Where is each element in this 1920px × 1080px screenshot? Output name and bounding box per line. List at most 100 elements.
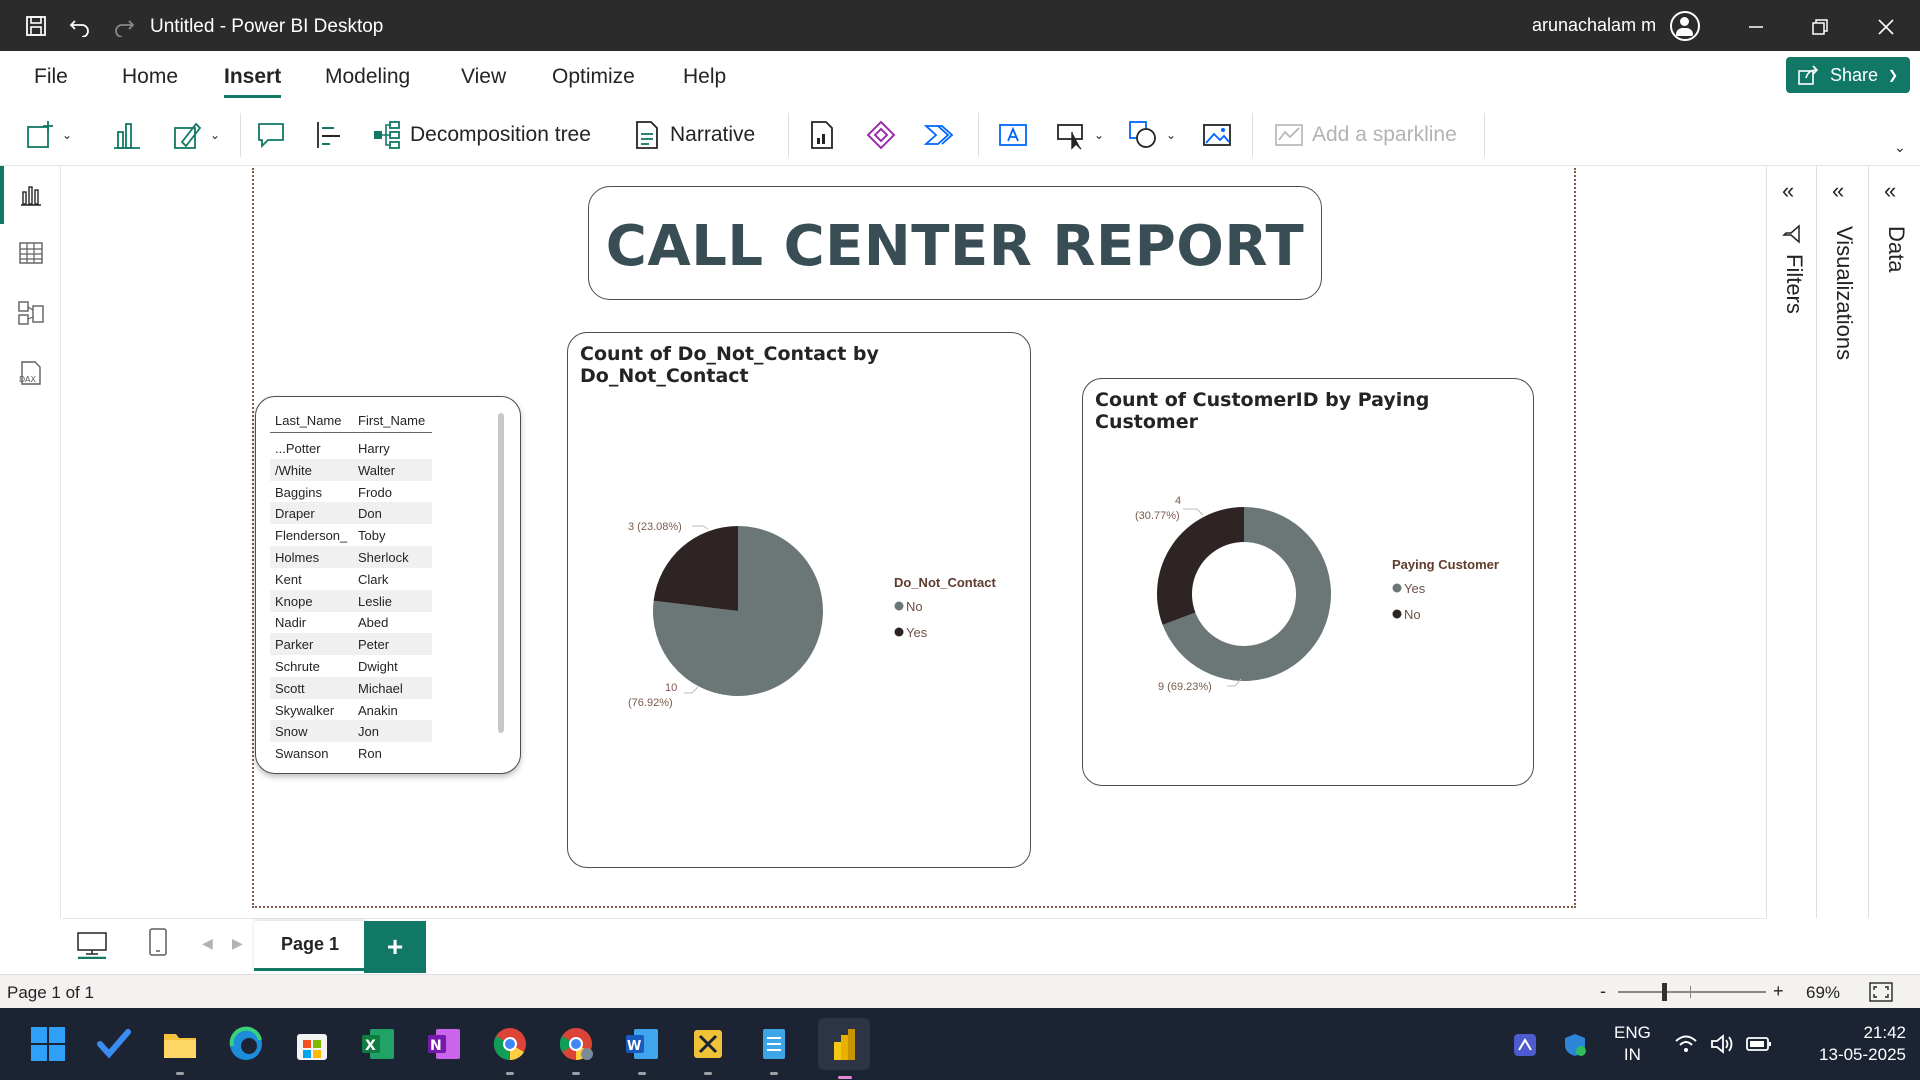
model-view-icon[interactable]	[14, 296, 48, 330]
new-visual-button[interactable]: ⌄	[26, 115, 72, 155]
buttons-button[interactable]: ⌄	[1056, 115, 1104, 155]
table-view-icon[interactable]	[14, 236, 48, 270]
power-automate-button[interactable]	[924, 115, 954, 155]
chrome-profile-icon[interactable]	[554, 1022, 598, 1075]
table-row[interactable]: Flenderson_ Toby	[270, 524, 432, 546]
table-row[interactable]: Scott Michael	[270, 676, 432, 699]
battery-icon[interactable]	[1746, 1034, 1772, 1059]
tab-home[interactable]: Home	[122, 65, 178, 89]
next-page-icon[interactable]: ▶	[232, 935, 243, 952]
data-pane[interactable]: « Data	[1868, 166, 1920, 918]
mobile-layout-icon[interactable]	[148, 927, 168, 962]
power-apps-button[interactable]	[866, 115, 896, 155]
ribbon-collapse-icon[interactable]: ⌄	[1894, 139, 1906, 156]
zoom-level[interactable]: 69%	[1806, 983, 1840, 1003]
report-canvas[interactable]: CALL CENTER REPORT Last_Name First_Name …	[62, 166, 1766, 918]
name-table-visual[interactable]: Last_Name First_Name ...Potter Harry/Whit…	[255, 396, 521, 774]
power-bi-icon[interactable]	[818, 1018, 870, 1079]
table-row[interactable]: Swanson Ron	[270, 742, 432, 764]
narrative-button[interactable]: Narrative	[632, 115, 755, 155]
table-row[interactable]: Holmes Sherlock	[270, 546, 432, 568]
teams-tray-icon[interactable]	[1512, 1032, 1538, 1063]
add-page-button[interactable]: +	[364, 921, 426, 973]
minimize-icon[interactable]	[1734, 10, 1778, 44]
security-tray-icon[interactable]	[1562, 1032, 1588, 1063]
table-row[interactable]: Snow Jon	[270, 720, 432, 743]
onenote-icon[interactable]: N	[422, 1022, 466, 1066]
key-influencers-button[interactable]	[314, 115, 344, 155]
tab-optimize[interactable]: Optimize	[552, 65, 635, 89]
image-button[interactable]	[1202, 115, 1232, 155]
snipping-tool-icon[interactable]	[686, 1022, 730, 1075]
report-title-card[interactable]: CALL CENTER REPORT	[588, 186, 1322, 300]
expand-icon[interactable]: «	[1884, 178, 1896, 204]
file-explorer-icon[interactable]	[158, 1022, 202, 1075]
word-icon[interactable]: W	[620, 1022, 664, 1075]
volume-icon[interactable]	[1710, 1032, 1734, 1061]
restore-icon[interactable]	[1798, 10, 1842, 44]
visualizations-label[interactable]: Visualizations	[1831, 226, 1857, 360]
system-clock[interactable]: 21:42 13-05-2025	[1796, 1022, 1906, 1066]
decomposition-tree-button[interactable]: Decomposition tree	[372, 115, 591, 155]
column-header[interactable]: Last_Name	[275, 413, 341, 428]
slice-yes[interactable]	[653, 526, 738, 611]
table-row[interactable]: Draper Don	[270, 502, 432, 525]
close-icon[interactable]	[1864, 10, 1908, 44]
tab-help[interactable]: Help	[683, 65, 726, 89]
dax-query-view-icon[interactable]: DAX	[14, 356, 48, 390]
do-not-contact-pie-chart[interactable]: Count of Do_Not_Contact by Do_Not_Contac…	[567, 332, 1031, 868]
text-box-button[interactable]	[998, 115, 1028, 155]
page-tab[interactable]: Page 1	[254, 921, 366, 971]
tab-insert[interactable]: Insert	[224, 65, 282, 98]
previous-page-icon[interactable]: ◀	[202, 935, 213, 952]
tab-view[interactable]: View	[461, 65, 506, 89]
smart-narrative-button[interactable]: ⌄	[172, 115, 220, 155]
expand-icon[interactable]: «	[1782, 178, 1794, 204]
notepad-icon[interactable]	[752, 1022, 796, 1075]
fit-to-page-icon[interactable]	[1868, 981, 1894, 1003]
excel-icon[interactable]: X	[356, 1022, 400, 1066]
zoom-slider[interactable]	[1618, 991, 1766, 993]
table-row[interactable]: Skywalker Anakin	[270, 699, 432, 721]
button-insert-icon	[1057, 124, 1083, 150]
edge-icon[interactable]	[224, 1022, 268, 1066]
visualizations-pane[interactable]: « Visualizations	[1816, 166, 1868, 918]
table-row[interactable]: Schrute Dwight	[270, 655, 432, 677]
paying-customer-donut-chart[interactable]: Count of CustomerID by Paying Customer 4…	[1082, 378, 1534, 786]
zoom-in-button[interactable]: +	[1773, 981, 1784, 1002]
tab-file[interactable]: File	[34, 65, 68, 89]
comment-button[interactable]	[256, 115, 286, 155]
expand-icon[interactable]: «	[1832, 178, 1844, 204]
table-row[interactable]: Kent Clark	[270, 568, 432, 590]
avatar-icon[interactable]	[1670, 11, 1700, 41]
chrome-icon[interactable]	[488, 1022, 532, 1075]
table-row[interactable]: ...Potter Harry	[270, 437, 432, 459]
table-scrollbar[interactable]	[498, 413, 504, 733]
zoom-slider-thumb[interactable]	[1662, 983, 1667, 1001]
table-row[interactable]: /White Walter	[270, 458, 432, 481]
share-button[interactable]: Share ❯	[1786, 57, 1910, 93]
table-row[interactable]: Nadir Abed	[270, 611, 432, 633]
wifi-icon[interactable]	[1674, 1032, 1698, 1061]
table-row[interactable]: Baggins Frodo	[270, 481, 432, 503]
table-row[interactable]: Knope Leslie	[270, 589, 432, 612]
desktop-layout-icon[interactable]	[76, 929, 112, 960]
paginated-report-button[interactable]	[808, 115, 836, 155]
table-row[interactable]: Parker Peter	[270, 633, 432, 656]
filters-pane[interactable]: « Filters	[1766, 166, 1816, 918]
save-icon[interactable]	[22, 12, 50, 40]
todo-icon[interactable]	[92, 1022, 136, 1066]
slice-no[interactable]	[1157, 507, 1244, 625]
tab-modeling[interactable]: Modeling	[325, 65, 410, 89]
zoom-out-button[interactable]: -	[1600, 981, 1606, 1002]
data-label[interactable]: Data	[1883, 226, 1909, 272]
store-icon[interactable]	[290, 1022, 334, 1066]
start-icon[interactable]	[26, 1022, 70, 1066]
shapes-button[interactable]: ⌄	[1128, 115, 1176, 155]
filters-label[interactable]: Filters	[1781, 254, 1807, 314]
language-indicator[interactable]: ENG IN	[1614, 1022, 1651, 1066]
undo-icon[interactable]	[66, 12, 94, 40]
column-header[interactable]: First_Name	[358, 413, 425, 428]
report-view-icon[interactable]	[14, 178, 48, 212]
qna-visual-button[interactable]	[112, 115, 142, 155]
